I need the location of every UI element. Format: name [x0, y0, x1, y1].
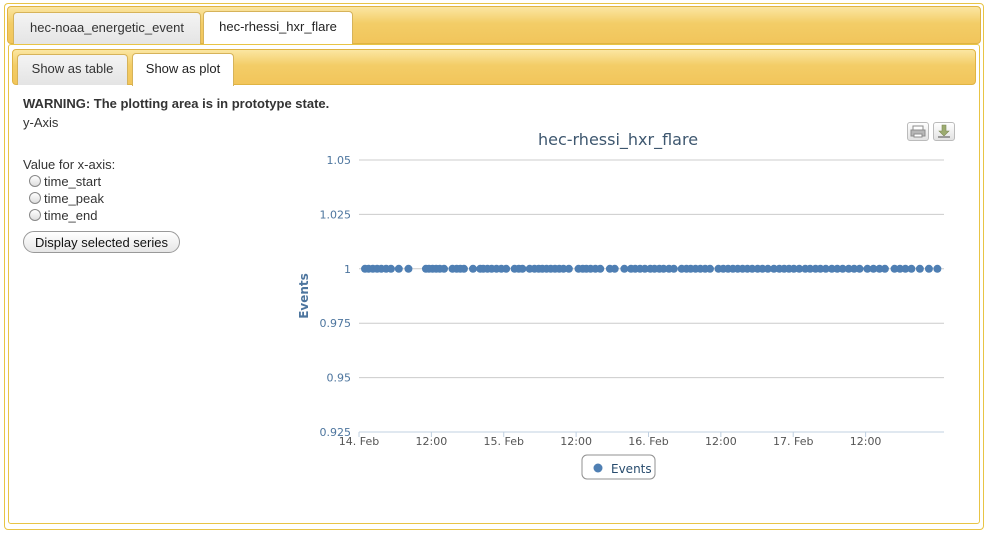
data-point[interactable] [596, 264, 605, 273]
y-tick-label: 1.025 [320, 208, 352, 221]
data-point[interactable] [933, 264, 942, 273]
x-tick-label: 12:00 [416, 435, 448, 448]
data-point[interactable] [394, 264, 403, 273]
y-axis-ticks: 0.9250.950.97511.0251.05 [320, 154, 352, 439]
x-tick-label: 12:00 [560, 435, 592, 448]
events-chart: hec-rhessi_hxr_flare Events 0.9250.950.9… [297, 130, 944, 480]
x-tick-label: 12:00 [705, 435, 737, 448]
chart-title: hec-rhessi_hxr_flare [538, 130, 698, 150]
x-axis-ticks: 14. Feb 12:00 15. Feb 12:00 16. Feb 12:00 17. … [339, 432, 882, 448]
data-point[interactable] [459, 264, 468, 273]
data-point[interactable] [706, 264, 714, 273]
data-point[interactable] [924, 264, 933, 273]
x-tick-label: 14. Feb [339, 435, 379, 448]
legend-marker [593, 463, 603, 473]
y-tick-label: 0.975 [320, 317, 352, 330]
y-axis-title: Events [297, 273, 311, 319]
data-point[interactable] [880, 264, 889, 273]
y-tick-label: 1 [344, 263, 351, 276]
data-point[interactable] [610, 264, 619, 273]
x-tick-label: 12:00 [850, 435, 882, 448]
data-point[interactable] [502, 264, 511, 273]
x-tick-label: 15. Feb [484, 435, 524, 448]
data-point[interactable] [915, 264, 924, 273]
legend-label: Events [611, 462, 652, 476]
data-point[interactable] [518, 264, 527, 273]
x-tick-label: 16. Feb [628, 435, 668, 448]
data-point[interactable] [564, 264, 573, 273]
data-point[interactable] [468, 264, 477, 273]
data-point[interactable] [386, 264, 395, 273]
legend[interactable]: Events [581, 454, 656, 480]
data-point[interactable] [440, 264, 449, 273]
y-tick-label: 1.05 [327, 154, 352, 167]
x-tick-label: 17. Feb [773, 435, 813, 448]
data-point[interactable] [907, 264, 916, 273]
data-point[interactable] [669, 264, 678, 273]
gridlines [359, 159, 944, 433]
data-point[interactable] [404, 264, 413, 273]
y-tick-label: 0.95 [327, 372, 352, 385]
data-point[interactable] [855, 264, 864, 273]
